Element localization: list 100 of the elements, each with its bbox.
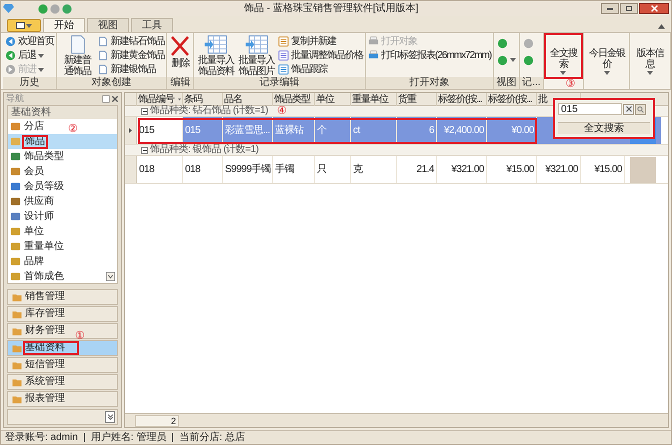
clear-button[interactable] (623, 104, 634, 114)
ribbon-button[interactable]: 删除 (169, 35, 192, 77)
group-label: 编辑 (167, 77, 194, 89)
item-icon (10, 226, 21, 237)
group-toggle[interactable] (141, 108, 148, 114)
nav-group-button[interactable]: 库存管理 (7, 306, 118, 322)
ribbon-tab[interactable]: 视图 (87, 18, 129, 32)
menu-icon (16, 22, 25, 29)
panel-title: 基础资料 (8, 106, 117, 119)
status-text: 用户姓名: 管理员 (90, 432, 166, 442)
status-text: 当前分店: 总店 (179, 432, 245, 442)
collapse-icon (658, 24, 665, 29)
close-icon (111, 94, 119, 102)
nav-group-button[interactable]: 系统管理 (7, 374, 118, 390)
table-cell: 克 (351, 156, 397, 183)
nav-item[interactable]: 饰品类型 (8, 149, 106, 164)
search-field[interactable]: 015 (558, 103, 622, 115)
maximize-button[interactable] (620, 3, 638, 14)
group-toggle[interactable] (141, 146, 148, 154)
group-label: 历史 (3, 77, 56, 89)
ribbon-button[interactable]: 新建黄金饰品 (98, 49, 164, 62)
circle-icon (50, 4, 60, 14)
ribbon-button[interactable]: 批量调整饰品价格 (278, 49, 363, 62)
nav-group-button[interactable]: 销售管理 (7, 289, 118, 305)
status-text: 登录账号: admin (5, 432, 78, 442)
ribbon-button[interactable]: 版本信息 (632, 35, 668, 77)
group-label: 打开对象 (366, 77, 494, 89)
sheet-icon (278, 64, 289, 75)
nav-group-button[interactable]: 报表管理 (7, 391, 118, 407)
chevron-down-icon (106, 413, 114, 421)
caret-icon (647, 71, 654, 75)
ribbon-button[interactable]: 新建普通饰品 (59, 35, 96, 77)
search-icon (637, 106, 644, 112)
nav-item[interactable]: 供应商 (8, 194, 106, 209)
ribbon-button[interactable]: 饰品跟踪 (278, 63, 363, 76)
item-icon (10, 271, 21, 282)
ribbon-button[interactable]: 欢迎首页 (5, 35, 54, 48)
ribbon-button[interactable]: 今日金银价 (586, 35, 628, 77)
caret-icon (510, 58, 516, 62)
circle-icon (523, 38, 534, 48)
caret-icon (38, 68, 44, 72)
item-icon (10, 181, 21, 192)
nav-item[interactable]: 设计师 (8, 209, 106, 224)
close-icon (626, 106, 632, 112)
item-icon (10, 121, 21, 132)
group-label: 记... (520, 77, 543, 89)
nav-item[interactable]: 首饰成色 (8, 269, 106, 284)
printer-icon (368, 36, 379, 47)
caret-icon (604, 71, 610, 75)
table-cell: 手镯 (273, 156, 315, 183)
nav-group-button[interactable]: 短信管理 (7, 357, 118, 373)
ribbon-button[interactable]: 后退 (5, 49, 54, 62)
ribbon-button[interactable]: 批量导入饰品资料 (196, 35, 236, 77)
ribbon-button[interactable]: 打印标签报表(26mmx72mm) (368, 49, 492, 62)
sheet-icon (278, 50, 289, 61)
group-label: 视图 (494, 77, 520, 89)
caret-icon (560, 71, 566, 75)
diamond-icon (3, 4, 14, 13)
ribbon-button[interactable]: 新建钻石饰品 (98, 35, 164, 48)
item-icon (10, 241, 21, 252)
close-button[interactable] (639, 3, 669, 14)
spreadsheet-icon (244, 35, 270, 54)
nav-item[interactable]: 单位 (8, 224, 106, 239)
more-button[interactable] (105, 411, 115, 423)
nav-item[interactable]: 重量单位 (8, 239, 106, 254)
window-title: 饰品 - 蓝格珠宝销售管理软件[试用版本] (244, 4, 418, 14)
search-button[interactable] (635, 104, 646, 114)
circle-icon (62, 4, 72, 14)
ribbon-button[interactable]: 批量导入饰品图片 (237, 35, 276, 77)
item-icon (10, 211, 21, 222)
pane-title: 导航 (6, 94, 24, 103)
caret-icon (178, 98, 181, 101)
annotation-number: ④ (277, 106, 287, 117)
ribbon-button[interactable]: 新建银饰品 (98, 63, 164, 76)
delete-icon (170, 35, 190, 57)
nav-item[interactable]: 会员等级 (8, 179, 106, 194)
minimize-button[interactable] (601, 3, 619, 14)
app-menu-button[interactable] (7, 19, 41, 32)
ribbon-button[interactable]: 复制并新建 (278, 35, 363, 48)
ribbon-button[interactable]: 全文搜索 (546, 35, 582, 77)
nav-item[interactable]: 会员 (8, 164, 106, 179)
record-count: 2 (135, 414, 179, 426)
item-icon (10, 166, 21, 177)
spreadsheet-icon (202, 35, 229, 54)
ribbon-tab[interactable]: 开始 (43, 18, 85, 32)
item-icon (10, 136, 21, 147)
full-text-search-button[interactable]: 全文搜索 (558, 122, 650, 134)
close-icon (650, 5, 658, 12)
printer-icon (368, 50, 379, 61)
photo-placeholder (630, 156, 656, 182)
annotation-number: ② (68, 124, 78, 135)
group-label: 对象创建 (57, 77, 166, 89)
table-cell: S9999手镯 (223, 156, 273, 183)
scroll-down-icon (106, 272, 115, 281)
pin-icon (102, 94, 110, 102)
ribbon-tab[interactable]: 工具 (131, 18, 173, 32)
item-icon (10, 256, 21, 267)
nav-item[interactable]: 品牌 (8, 254, 106, 269)
group-row-label: 饰品种类: 钻石饰品 (计数=1) (150, 106, 268, 116)
item-icon (10, 196, 21, 207)
